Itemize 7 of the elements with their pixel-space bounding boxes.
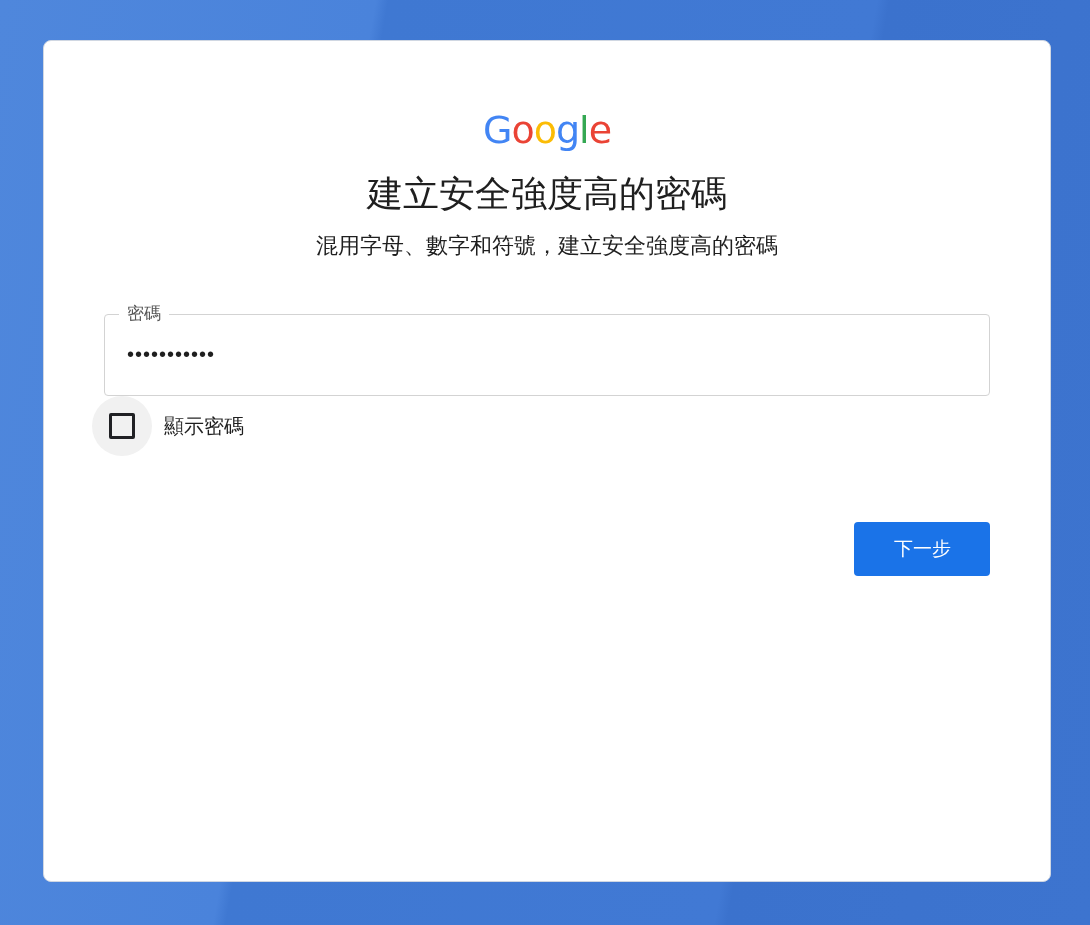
next-button[interactable]: 下一步 (854, 522, 990, 577)
page-title: 建立安全強度高的密碼 (365, 172, 728, 216)
logo: Google (483, 108, 611, 152)
subtitle: 混用字母、數字和符號，建立安全強度高的密碼 (315, 232, 779, 261)
field-label: 密碼 (126, 303, 162, 326)
password-field[interactable]: 密碼 ••••••••••• (104, 302, 990, 397)
checkbox-label: 顯示密碼 (164, 414, 244, 440)
